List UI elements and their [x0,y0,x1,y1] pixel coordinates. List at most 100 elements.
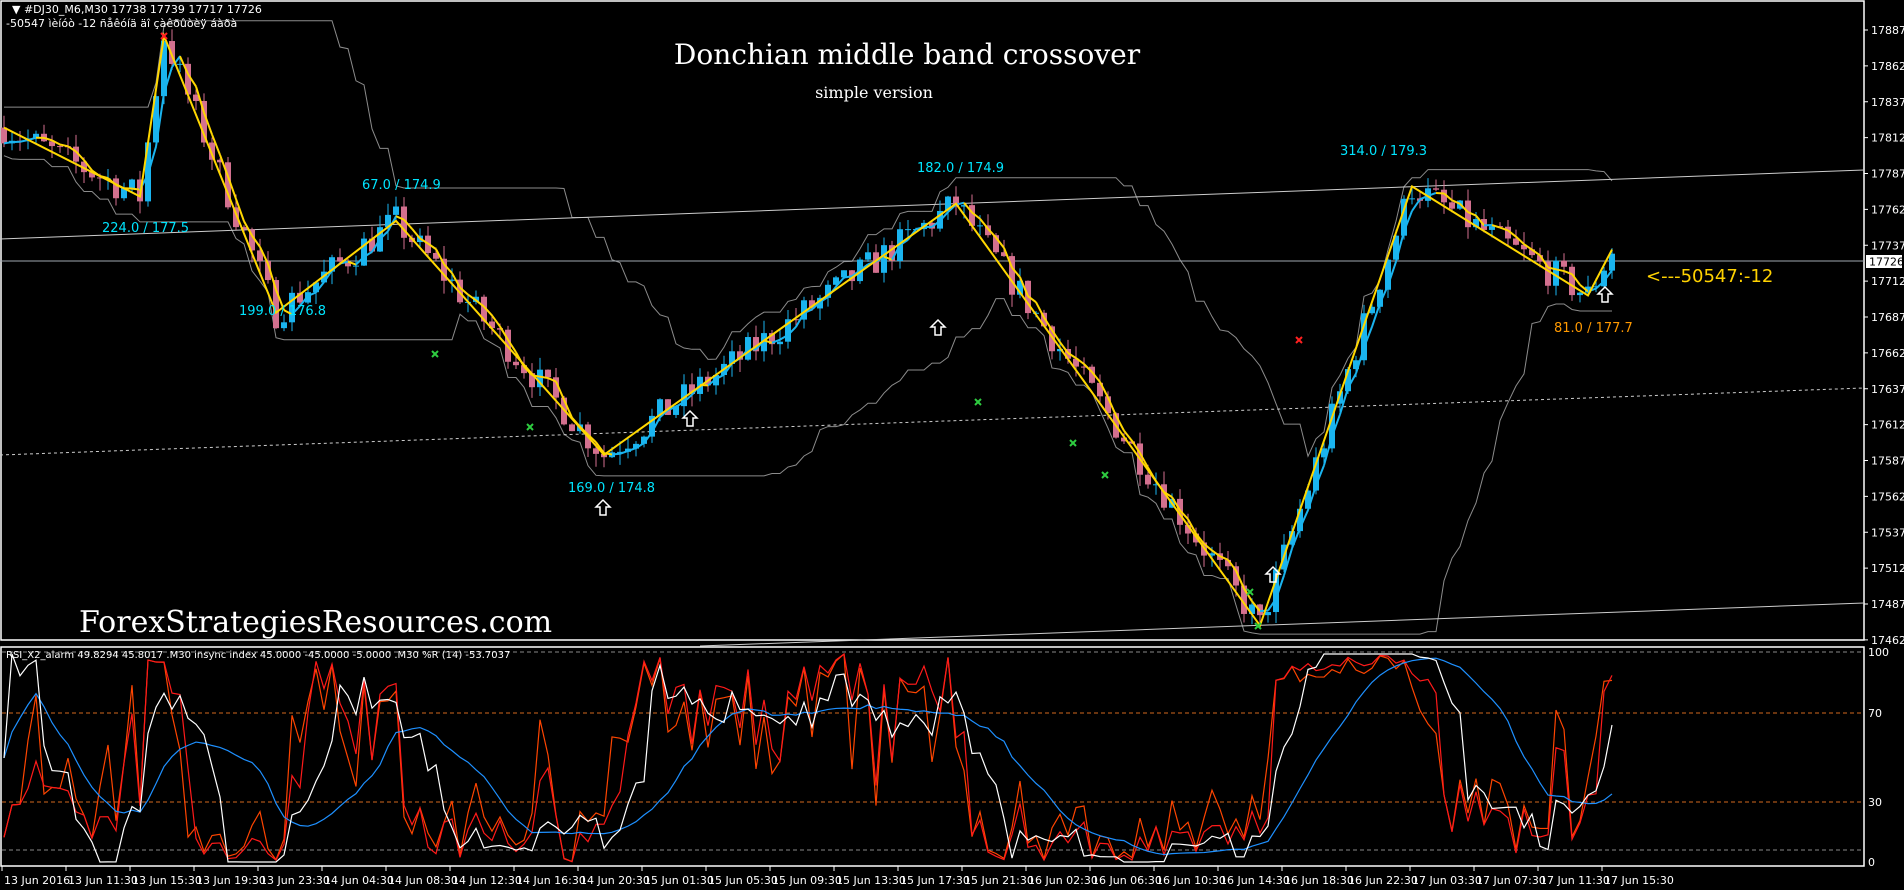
green-cross-icon [974,398,982,406]
red-cross-icon [1295,336,1303,344]
candles [1,29,1615,626]
candle-bear [1569,266,1575,296]
signal-line-segment [3,141,13,145]
price-tick-label: 17512 [1871,562,1904,575]
trend-lines [0,169,1865,647]
candle-bull [865,252,871,260]
time-tick-label: 17 Jun 15:30 [1604,874,1674,887]
green-cross-icon [431,350,439,358]
osc-axis-70: 70 [1868,707,1882,720]
price-tick-label: 17612 [1871,419,1904,432]
candle-bear [513,361,519,366]
time-tick-label: 16 Jun 22:30 [1348,874,1418,887]
price-tick-label: 17887 [1871,24,1904,37]
signal-line-segment [59,143,69,148]
trading-chart[interactable]: 17887 17862 17837 17812 17787 17762 17737 17712… [0,0,1904,890]
green-cross-icon [526,423,534,431]
price-tick-label: 17537 [1871,526,1904,539]
price-tick-label: 17837 [1871,96,1904,109]
signal-line-segment [611,452,621,456]
price-tick-label: 17687 [1871,311,1904,324]
candle-bear [569,424,575,432]
time-tick-label: 17 Jun 07:30 [1476,874,1546,887]
time-tick-label: 15 Jun 17:30 [900,874,970,887]
buy-arrow-icon [594,498,612,516]
time-tick-label: 16 Jun 02:30 [1028,874,1098,887]
candle-bull [1577,292,1583,296]
signal-marks [160,32,1614,630]
time-tick-label: 15 Jun 05:30 [708,874,778,887]
time-tick-label: 14 Jun 08:30 [388,874,458,887]
signal-line-segment [619,449,629,455]
candle-bear [1,127,7,144]
zigzag-label: 169.0 / 174.8 [568,481,655,496]
green-cross-icon [1069,439,1077,447]
signal-line-segment [627,447,637,452]
buy-arrow-icon [681,409,699,427]
price-tick-label: 17637 [1871,383,1904,396]
buy-arrow-icon [929,318,947,336]
timer-info: -50547 ìèíóò -12 ñåêóíä äî çàêðûòèÿ áàðà [6,17,237,30]
insync-line [3,653,1613,863]
candle-bear [1433,188,1439,190]
time-tick-label: 17 Jun 03:30 [1412,874,1482,887]
middle-dotted-line [0,387,1865,456]
oscillator-lines [2,651,1862,863]
time-tick-label: 14 Jun 16:30 [516,874,586,887]
time-tick-label: 13 Jun 15:30 [132,874,202,887]
indicator-header: RSI_X2_alarm 49.8294 45.8017 .M30 insync… [6,650,510,661]
zigzag-label: 67.0 / 174.9 [362,178,441,193]
signal-line-segment [843,275,853,279]
candle-bear [113,178,119,199]
candle-bull [393,206,399,215]
candle-bull [1265,612,1271,616]
candle-bear [545,369,551,378]
signal-line-segment [539,375,549,380]
price-tick-label: 17787 [1871,168,1904,181]
countdown-label: <---50547:-12 [1646,266,1773,287]
time-tick-label: 13 Jun 19:30 [196,874,266,887]
price-tick-label: 17562 [1871,490,1904,503]
candle-bear [1449,202,1455,209]
candle-bull [129,179,135,189]
zigzag-label: 314.0 / 179.3 [1340,144,1427,159]
price-tick-label: 17662 [1871,347,1904,360]
time-tick-label: 16 Jun 10:30 [1156,874,1226,887]
candle-bull [905,229,911,231]
time-tick-label: 14 Jun 20:30 [580,874,650,887]
osc-axis-0: 0 [1868,856,1875,869]
osc-axis-30: 30 [1868,796,1882,809]
candle-bull [1409,198,1415,200]
candle-bull [177,63,183,65]
green-cross-icon [1101,471,1109,479]
time-tick-label: 14 Jun 04:30 [324,874,394,887]
symbol-header: ▼ #DJ30_M6,M30 17738 17739 17717 17726 [12,3,262,16]
osc-axis-100: 100 [1868,646,1889,659]
candle-bull [977,225,983,227]
price-tick-label: 17812 [1871,132,1904,145]
candle-bull [353,265,359,267]
price-axis: 17887 17862 17837 17812 17787 17762 17737 17712… [1864,24,1904,647]
green-cross-icon [1246,588,1254,596]
zigzag-label: 182.0 / 174.9 [917,161,1004,176]
time-tick-label: 13 Jun 11:30 [68,874,138,887]
time-tick-label: 15 Jun 21:30 [964,874,1034,887]
rsi-slow-line [3,657,1613,856]
price-tick-label: 17487 [1871,598,1904,611]
signal-line-segment [1059,341,1069,354]
candle-bear [1561,260,1567,267]
candle-bear [1145,474,1151,485]
candle-bear [57,146,63,148]
time-tick-label: 15 Jun 09:30 [772,874,842,887]
time-tick-label: 14 Jun 12:30 [452,874,522,887]
price-tick-label: 17462 [1871,634,1904,647]
price-tick-label: 17762 [1871,203,1904,216]
candle-bull [777,341,783,345]
price-tick-label: 17587 [1871,455,1904,468]
zigzag-label: 224.0 / 177.5 [102,221,189,236]
time-tick-label: 15 Jun 13:30 [836,874,906,887]
signal-line-segment [1411,198,1421,212]
candle-bull [1609,253,1615,271]
time-tick-label: 13 Jun 2016 [4,874,70,887]
price-tick-label: 17862 [1871,60,1904,73]
